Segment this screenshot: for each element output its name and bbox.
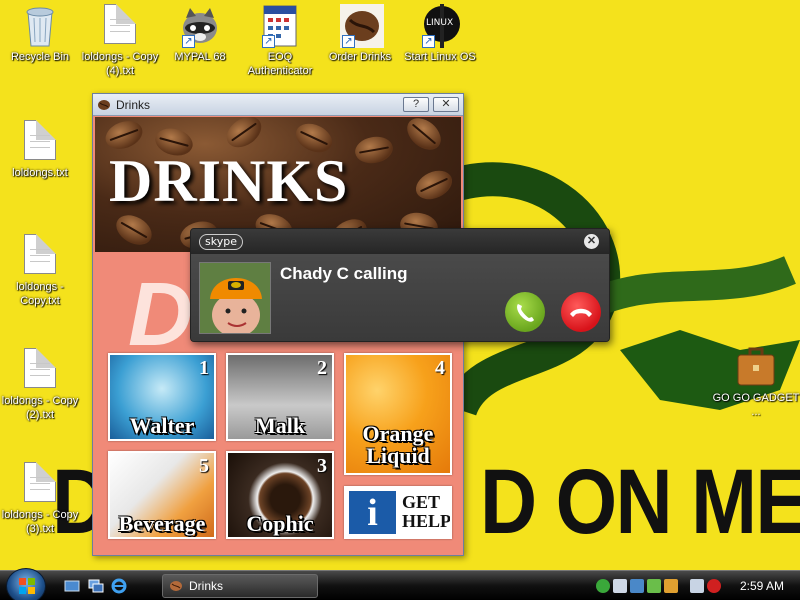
alert-icon[interactable]: [664, 579, 678, 593]
desktop-icon-label: loldongs.txt: [12, 167, 68, 179]
desktop-icon-label: loldongs - Copy (2).txt: [1, 395, 79, 421]
help-button[interactable]: ?: [403, 97, 429, 112]
desktop-icon-start-linux[interactable]: LINUX ↗ Start Linux OS: [396, 4, 484, 64]
phone-hangup-icon: [570, 308, 592, 317]
desktop-icon-label: EOQ Authenticator: [247, 51, 313, 77]
text-file-icon: [20, 120, 60, 164]
desktop-icon-recycle-bin[interactable]: Recycle Bin: [0, 4, 84, 64]
document-icon[interactable]: [613, 579, 627, 593]
desktop-icon-loldongs[interactable]: loldongs.txt: [0, 120, 84, 180]
briefcase-icon: [736, 345, 776, 389]
desktop-icon-mypal[interactable]: ↗ MYPAL 68: [156, 4, 244, 64]
big-letter-d: D: [128, 265, 193, 365]
taskbar-clock[interactable]: 2:59 AM: [740, 579, 784, 593]
tile-name: Walter: [129, 413, 195, 438]
skype-call-popup: skype ✕ Chady C calling: [190, 228, 610, 342]
banner-title: DRINKS: [109, 148, 349, 214]
desktop-icon-label: loldongs - Copy (3).txt: [1, 509, 79, 535]
drink-tile-orange-liquid[interactable]: 4 Orange Liquid: [344, 353, 452, 475]
wallpaper-text-right: D ON ME: [480, 451, 800, 553]
desktop-icon-loldongs-copy3[interactable]: loldongs - Copy (3).txt: [0, 462, 84, 536]
linux-icon: LINUX ↗: [420, 4, 460, 48]
get-help-label: GET HELP: [402, 492, 452, 531]
recycle-bin-icon: [20, 4, 60, 48]
desktop-icon-label: GO GO GADGET ...: [712, 392, 800, 418]
answer-call-button[interactable]: [505, 292, 545, 332]
coffee-bean-icon: [170, 581, 182, 591]
raccoon-icon: ↗: [180, 4, 220, 48]
taskbar: Drinks 2:59 AM: [0, 568, 800, 600]
tile-name: Beverage: [118, 511, 206, 536]
tile-number: 5: [199, 455, 209, 477]
decline-call-button[interactable]: [561, 292, 601, 332]
text-file-icon: [20, 348, 60, 392]
caller-avatar: [199, 262, 271, 334]
desktop-icon-label: Start Linux OS: [404, 51, 476, 63]
skype-logo: skype: [199, 234, 243, 250]
shortcut-arrow-icon: ↗: [342, 35, 355, 48]
desktop-icon-eoq[interactable]: ↗ EOQ Authenticator: [236, 4, 324, 78]
desktop-icon-label: MYPAL 68: [174, 51, 226, 63]
linux-icon-text: LINUX: [426, 18, 454, 28]
tile-number: 4: [435, 357, 445, 379]
taskbar-button-label: Drinks: [189, 579, 224, 593]
drink-tile-walter[interactable]: 1 Walter: [108, 353, 216, 441]
text-file-icon: [100, 4, 140, 48]
system-tray: [596, 576, 721, 596]
coffee-bean-icon: [98, 99, 110, 110]
monitor-icon[interactable]: [690, 579, 704, 593]
get-help-line2: HELP: [402, 511, 452, 531]
skype-popup-body: Chady C calling: [191, 254, 609, 341]
desktop-icon-go-go-gadget[interactable]: GO GO GADGET ...: [712, 345, 800, 419]
desktop-icon-loldongs-copy[interactable]: loldongs - Copy.txt: [0, 234, 84, 308]
desktop-icon-label: loldongs - Copy.txt: [16, 281, 64, 307]
tile-name: Orange Liquid: [362, 421, 434, 468]
start-button[interactable]: [6, 568, 46, 600]
skype-popup-header: skype ✕: [191, 229, 609, 254]
security-check-icon[interactable]: [596, 579, 610, 593]
caller-text: Chady C calling: [280, 264, 408, 283]
volume-muted-icon[interactable]: [707, 579, 721, 593]
drink-tile-malk[interactable]: 2 Malk: [226, 353, 334, 441]
tile-number: 3: [317, 455, 327, 477]
network-icon[interactable]: [630, 579, 644, 593]
internet-explorer-icon[interactable]: [111, 578, 127, 594]
switch-windows-icon[interactable]: [88, 578, 104, 594]
text-file-icon: [20, 462, 60, 506]
close-icon[interactable]: ✕: [584, 234, 599, 249]
update-icon[interactable]: [647, 579, 661, 593]
shortcut-arrow-icon: ↗: [182, 35, 195, 48]
drinks-titlebar[interactable]: Drinks ? ✕: [93, 94, 463, 116]
get-help-button[interactable]: i GET HELP: [344, 486, 452, 539]
desktop-icon-label: Order Drinks: [328, 51, 392, 63]
tile-name: Cophic: [246, 511, 314, 536]
drink-tile-beverage[interactable]: 5 Beverage: [108, 451, 216, 539]
desktop-icon-order-drinks[interactable]: ↗ Order Drinks: [316, 4, 404, 64]
get-help-line1: GET: [402, 492, 441, 512]
taskbar-button-drinks[interactable]: Drinks: [162, 574, 318, 598]
window-title: Drinks: [116, 97, 151, 112]
tile-number: 1: [199, 357, 209, 379]
windows-logo-icon: [19, 578, 35, 594]
phone-answer-icon: [517, 304, 534, 322]
info-icon: i: [349, 491, 396, 534]
desktop-icon-loldongs-copy2[interactable]: loldongs - Copy (2).txt: [0, 348, 84, 422]
calendar-icon: ↗: [260, 4, 300, 48]
shortcut-arrow-icon: ↗: [262, 35, 275, 48]
close-button[interactable]: ✕: [433, 97, 459, 112]
desktop-icon-loldongs-copy4[interactable]: loldongs - Copy (4).txt: [76, 4, 164, 78]
tile-number: 2: [317, 357, 327, 379]
coffee-bean-icon: ↗: [340, 4, 384, 48]
shortcut-arrow-icon: ↗: [422, 35, 435, 48]
tile-name: Malk: [254, 413, 306, 438]
text-file-icon: [20, 234, 60, 278]
desktop-icon-label: Recycle Bin: [10, 51, 70, 63]
show-desktop-icon[interactable]: [64, 578, 80, 594]
drink-tile-cophic[interactable]: 3 Cophic: [226, 451, 334, 539]
desktop-icon-label: loldongs - Copy (4).txt: [81, 51, 159, 77]
